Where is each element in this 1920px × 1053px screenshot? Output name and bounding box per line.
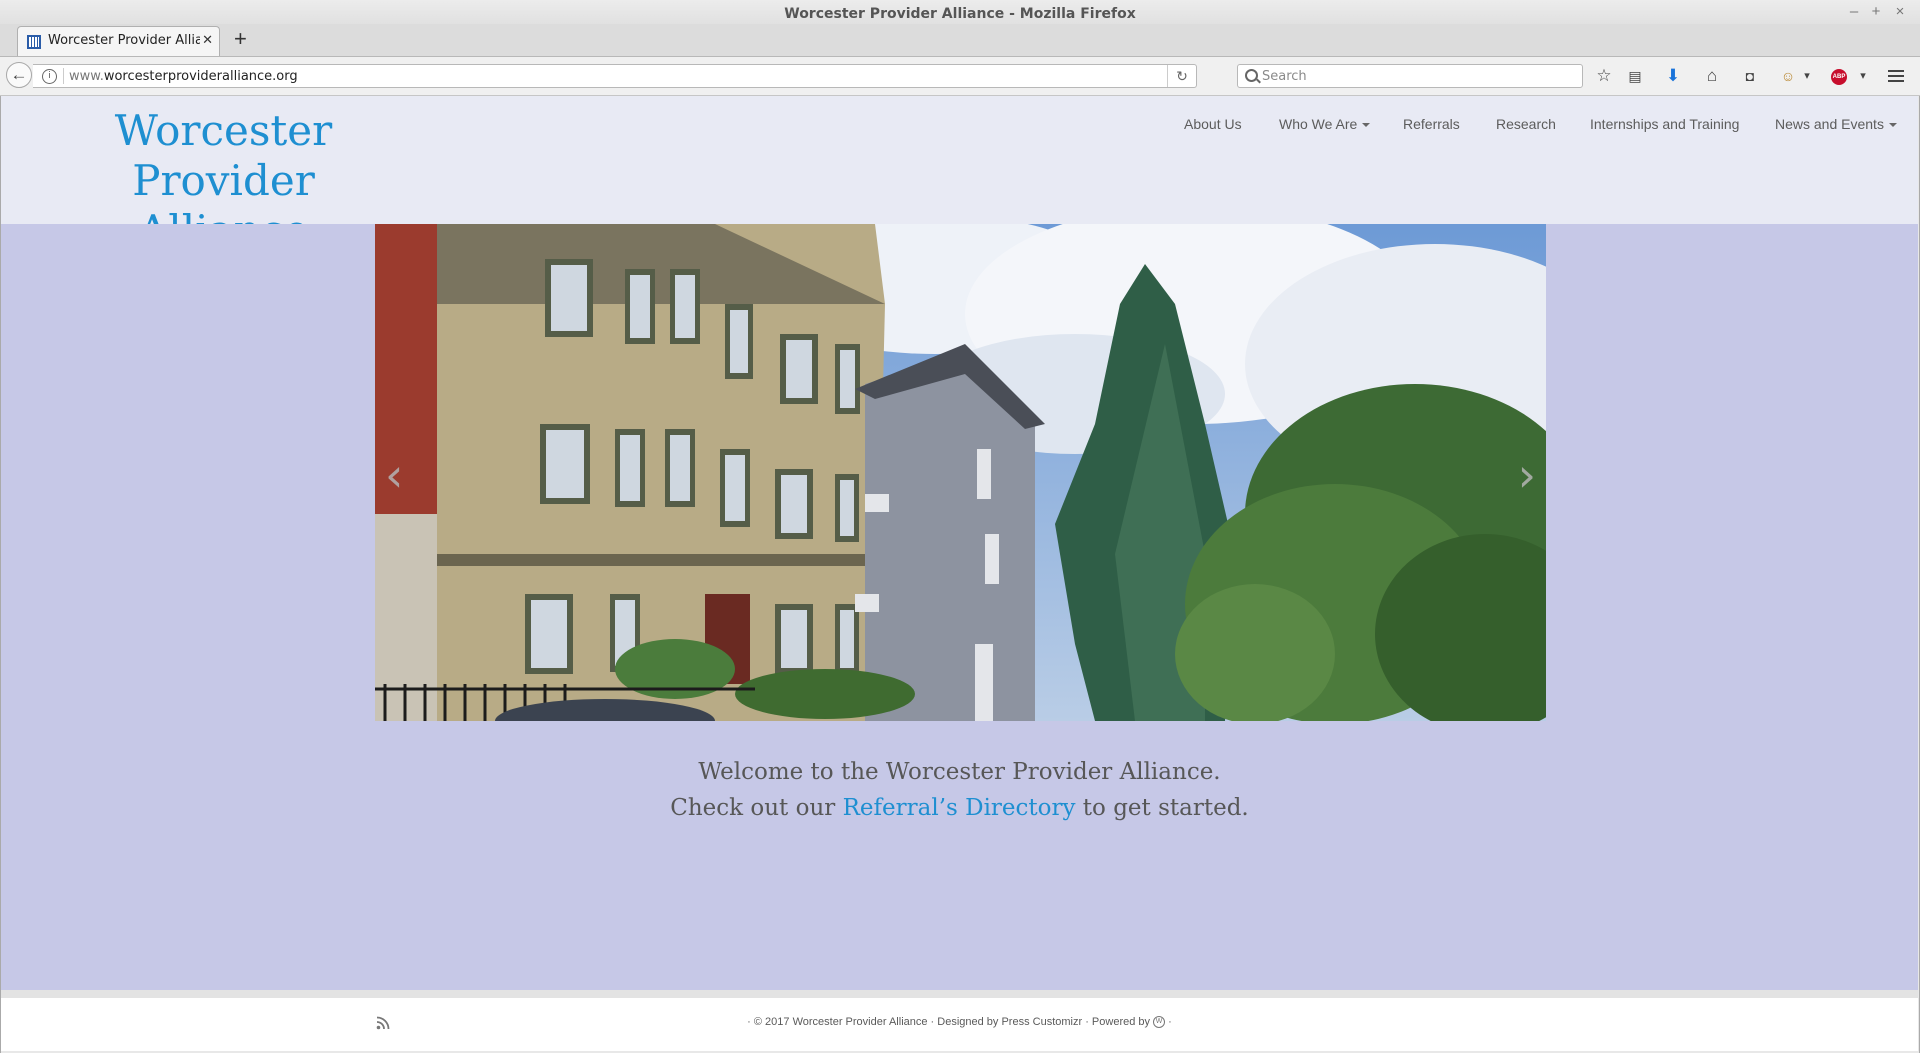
- footer-credits: · © 2017 Worcester Provider Alliance · D…: [1, 1016, 1918, 1029]
- menu-icon[interactable]: [1888, 70, 1904, 72]
- window-title: Worcester Provider Alliance - Mozilla Fi…: [784, 6, 1136, 22]
- search-placeholder: Search: [1262, 69, 1307, 84]
- nav-label: Internships and Training: [1590, 116, 1740, 132]
- carousel-prev-icon[interactable]: ‹: [385, 452, 403, 498]
- reload-icon[interactable]: ↻: [1167, 65, 1196, 87]
- footer-divider: [1, 990, 1918, 998]
- nav-toolbar: ← i www.worcesterprovideralliance.org ↻ …: [0, 57, 1920, 96]
- maximize-icon[interactable]: +: [1866, 3, 1886, 20]
- search-input[interactable]: Search: [1237, 64, 1583, 88]
- tab-title: Worcester Provider Alliance: [48, 33, 200, 48]
- welcome-line-2: Check out our Referral’s Directory to ge…: [1, 790, 1918, 826]
- url-text[interactable]: www.worcesterprovideralliance.org: [69, 69, 298, 84]
- downloads-icon[interactable]: ⬇: [1663, 66, 1683, 86]
- logo-line-1: Worcester Provider: [114, 106, 333, 205]
- nav-label: Referrals: [1403, 116, 1460, 132]
- welcome-line-1: Welcome to the Worcester Provider Allian…: [698, 759, 1221, 785]
- powered-by-text: · Powered by: [1082, 1016, 1154, 1028]
- footer-end: ·: [1165, 1016, 1172, 1028]
- tab-bar: Worcester Provider Alliance ✕ +: [0, 24, 1920, 57]
- nav-label: Who We Are: [1279, 116, 1358, 132]
- hero-carousel[interactable]: ‹ ›: [375, 224, 1546, 721]
- nav-research[interactable]: Research: [1496, 116, 1556, 132]
- carousel-next-icon[interactable]: ›: [1518, 452, 1536, 498]
- nav-label: Research: [1496, 116, 1556, 132]
- designer-link[interactable]: Press Customizr: [1001, 1016, 1082, 1028]
- browser-tab[interactable]: Worcester Provider Alliance ✕: [17, 26, 220, 56]
- referrals-directory-link[interactable]: Referral’s Directory: [843, 795, 1076, 821]
- nav-label: About Us: [1184, 116, 1242, 132]
- adblock-icon[interactable]: ABP: [1831, 69, 1847, 85]
- url-bar[interactable]: i www.worcesterprovideralliance.org ↻: [33, 64, 1197, 88]
- reading-list-icon[interactable]: ▤: [1625, 66, 1645, 86]
- url-domain: worcesterprovideralliance.org: [103, 69, 298, 84]
- site-header: Worcester Provider Alliance About Us Who…: [1, 96, 1918, 255]
- site-info-icon[interactable]: i: [42, 69, 57, 84]
- tab-close-icon[interactable]: ✕: [202, 32, 213, 48]
- back-arrow-icon: ←: [10, 65, 28, 84]
- main-content: ‹ › Welcome to the Worcester Provider Al…: [1, 224, 1918, 990]
- nav-news-events[interactable]: News and Events: [1775, 116, 1897, 132]
- search-icon: [1245, 69, 1258, 82]
- pocket-icon[interactable]: ◘: [1740, 66, 1760, 86]
- chevron-down-icon[interactable]: ▾: [1853, 66, 1873, 86]
- home-icon[interactable]: ⌂: [1702, 66, 1722, 86]
- url-prefix: www.: [69, 69, 104, 84]
- bookmark-star-icon[interactable]: ☆: [1594, 66, 1614, 86]
- footer-copyright: · © 2017 Worcester Provider Alliance · D…: [747, 1016, 1002, 1028]
- welcome-text-before: Check out our: [670, 795, 843, 821]
- nav-referrals[interactable]: Referrals: [1403, 116, 1460, 132]
- hero-image: [375, 224, 1546, 721]
- caret-down-icon: [1888, 123, 1897, 128]
- chevron-down-icon[interactable]: ▾: [1797, 66, 1817, 86]
- close-window-icon[interactable]: ×: [1890, 3, 1910, 20]
- nav-label: News and Events: [1775, 116, 1884, 132]
- welcome-message: Welcome to the Worcester Provider Allian…: [1, 754, 1918, 826]
- favicon-icon: [27, 35, 41, 49]
- extension-icon[interactable]: ☺: [1778, 66, 1798, 86]
- nav-who-we-are[interactable]: Who We Are: [1279, 116, 1371, 132]
- minimize-icon[interactable]: –: [1844, 3, 1864, 20]
- site-footer: · © 2017 Worcester Provider Alliance · D…: [1, 998, 1918, 1051]
- back-button[interactable]: ←: [6, 62, 32, 88]
- new-tab-icon[interactable]: +: [234, 28, 247, 50]
- nav-about-us[interactable]: About Us: [1184, 116, 1242, 132]
- welcome-text-after: to get started.: [1075, 795, 1249, 821]
- wordpress-icon[interactable]: W: [1153, 1016, 1166, 1029]
- caret-down-icon: [1362, 123, 1371, 128]
- nav-internships-training[interactable]: Internships and Training: [1590, 116, 1739, 132]
- url-separator: [63, 68, 64, 84]
